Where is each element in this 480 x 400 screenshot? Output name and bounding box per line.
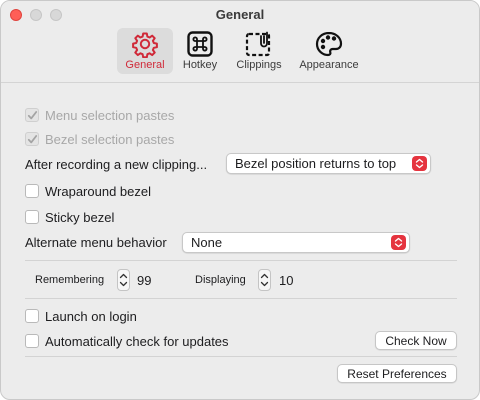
- remembering-value[interactable]: 99: [137, 273, 151, 288]
- remembering-label: Remembering: [35, 274, 105, 286]
- checkmark-icon: [27, 110, 37, 119]
- separator: [25, 356, 457, 357]
- after-recording-row: After recording a new clipping...: [25, 154, 207, 174]
- menu-selection-pastes-checkbox[interactable]: [25, 108, 39, 122]
- displaying-label: Displaying: [195, 274, 246, 286]
- alternate-menu-label: Alternate menu behavior: [25, 234, 167, 250]
- sticky-bezel-row: Sticky bezel: [25, 207, 114, 227]
- window-title: General: [215, 7, 265, 22]
- preferences-window: General General Hotkey Clippings Appeara…: [0, 0, 480, 400]
- wraparound-bezel-checkbox[interactable]: [25, 184, 39, 198]
- after-recording-popup[interactable]: Bezel position returns to top: [226, 153, 431, 174]
- sticky-bezel-label: Sticky bezel: [45, 209, 115, 225]
- stepper-arrows-icon: [260, 273, 269, 287]
- menu-selection-pastes-row: Menu selection pastes: [25, 105, 174, 125]
- tab-hotkey-label: Hotkey: [182, 59, 218, 71]
- tab-appearance-label: Appearance: [299, 59, 359, 71]
- palette-icon: [314, 30, 344, 58]
- after-recording-value: Bezel position returns to top: [235, 156, 397, 171]
- alternate-menu-popup[interactable]: None: [182, 232, 410, 253]
- popup-arrows-icon: [412, 156, 427, 171]
- separator: [25, 298, 457, 299]
- tab-hotkey[interactable]: Hotkey: [177, 28, 223, 74]
- tab-general[interactable]: General: [117, 28, 173, 74]
- displaying-stepper[interactable]: [258, 269, 271, 291]
- command-key-icon: [185, 30, 215, 58]
- gear-icon: [130, 30, 160, 58]
- auto-check-updates-label: Automatically check for updates: [45, 333, 229, 349]
- toolbar: General General Hotkey Clippings Appeara…: [1, 1, 479, 83]
- general-pane: Menu selection pastes Bezel selection pa…: [1, 84, 479, 399]
- reset-preferences-button[interactable]: Reset Preferences: [337, 364, 457, 383]
- bezel-selection-pastes-checkbox[interactable]: [25, 132, 39, 146]
- tab-general-label: General: [125, 59, 165, 71]
- bezel-selection-pastes-row: Bezel selection pastes: [25, 129, 174, 149]
- wraparound-bezel-row: Wraparound bezel: [25, 181, 151, 201]
- clippings-icon: [244, 30, 274, 58]
- wraparound-bezel-label: Wraparound bezel: [45, 183, 151, 199]
- tab-appearance[interactable]: Appearance: [295, 28, 363, 74]
- auto-check-updates-row: Automatically check for updates: [25, 331, 229, 351]
- launch-on-login-label: Launch on login: [45, 308, 137, 324]
- popup-arrows-icon: [391, 235, 406, 250]
- alternate-menu-value: None: [191, 235, 223, 250]
- displaying-value[interactable]: 10: [279, 273, 293, 288]
- remembering-stepper[interactable]: [117, 269, 130, 291]
- bezel-selection-pastes-label: Bezel selection pastes: [45, 131, 175, 147]
- menu-selection-pastes-label: Menu selection pastes: [45, 107, 175, 123]
- launch-on-login-row: Launch on login: [25, 306, 137, 326]
- auto-check-updates-checkbox[interactable]: [25, 334, 39, 348]
- stepper-arrows-icon: [119, 273, 128, 287]
- checkmark-icon: [27, 134, 37, 143]
- alternate-menu-row: Alternate menu behavior: [25, 232, 167, 252]
- check-now-button[interactable]: Check Now: [375, 331, 457, 350]
- launch-on-login-checkbox[interactable]: [25, 309, 39, 323]
- tab-clippings[interactable]: Clippings: [231, 28, 287, 74]
- separator: [25, 260, 457, 261]
- tab-clippings-label: Clippings: [236, 59, 282, 71]
- sticky-bezel-checkbox[interactable]: [25, 210, 39, 224]
- after-recording-label: After recording a new clipping...: [25, 156, 208, 172]
